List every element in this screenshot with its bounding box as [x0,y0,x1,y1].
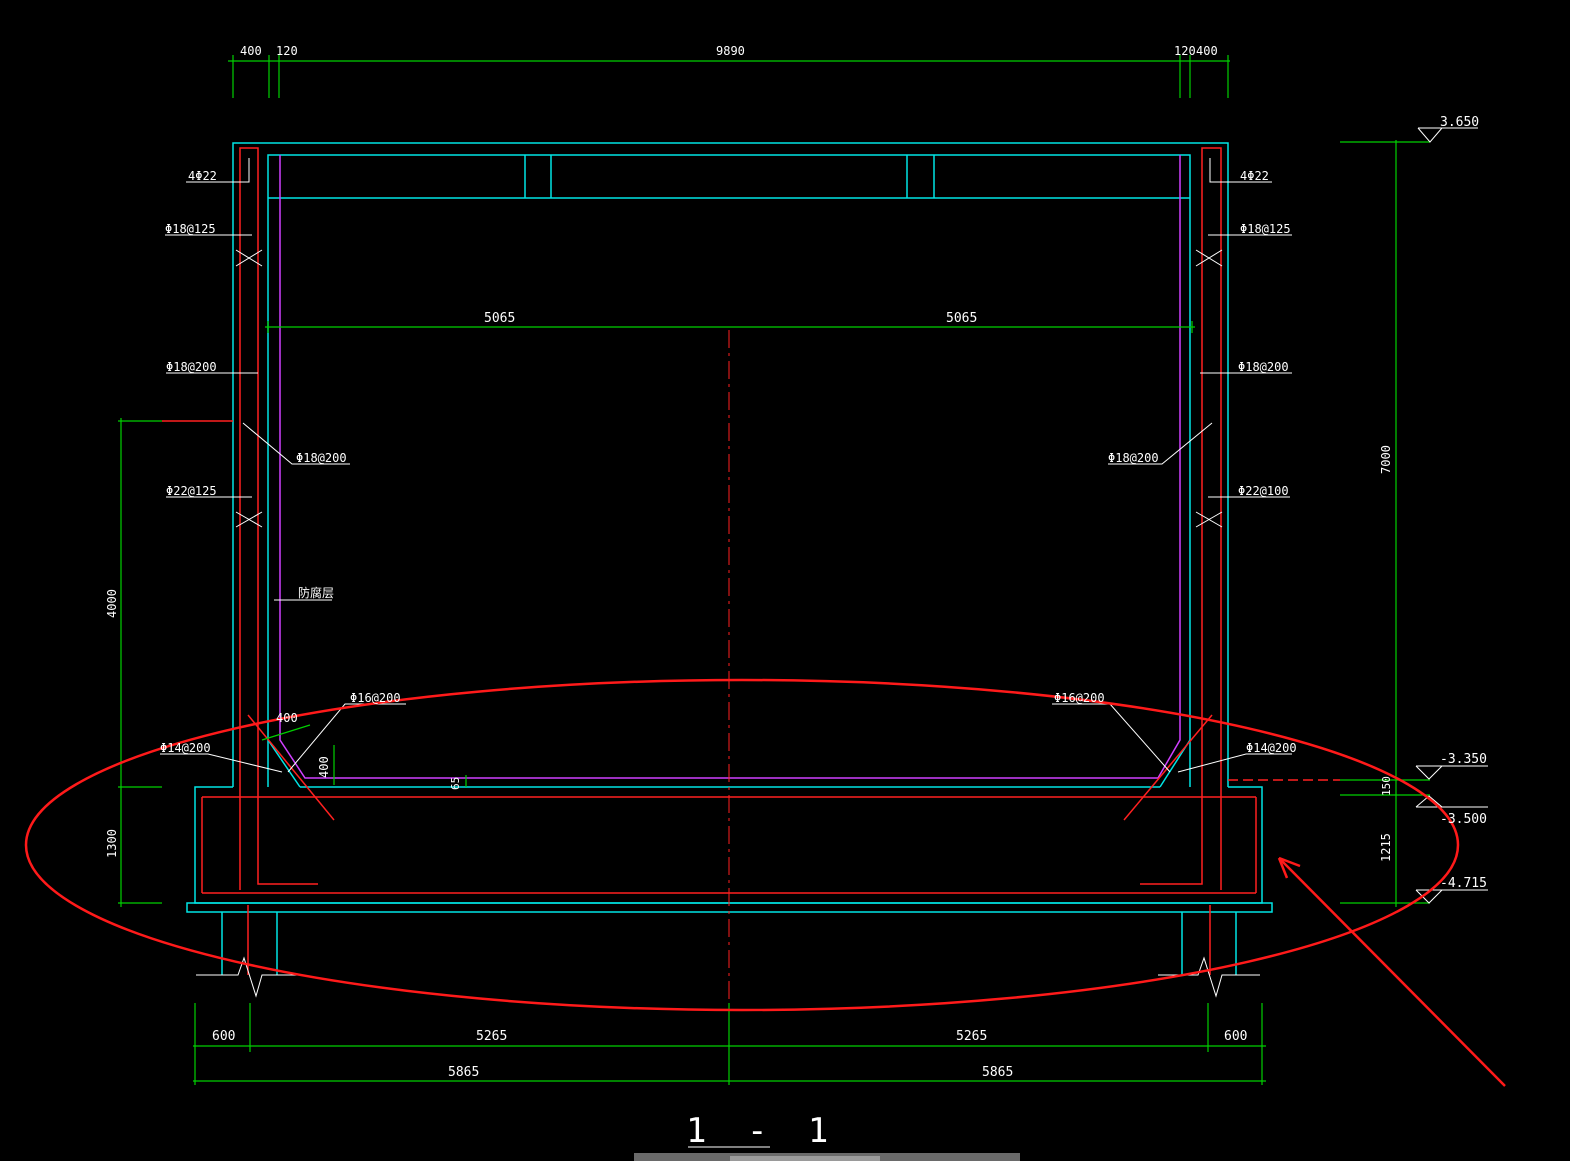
elevation-label: -4.715 [1440,876,1487,891]
bottom-dim-label: 5865 [982,1065,1013,1080]
dimension-lines [118,55,1430,1085]
rebar-label-right: Φ18@200 [1238,360,1289,374]
rebar-label-right: Φ14@200 [1246,741,1297,755]
highlight-ellipse [24,678,1460,1012]
rebar-label-right: Φ18@125 [1240,222,1291,236]
top-dim-label: 400 [240,44,262,58]
right-vertical-dim: 7000 [1379,445,1393,474]
bottom-dim-label: 5265 [956,1029,987,1044]
section-title: 1 - 1 [686,1111,838,1151]
waterproof-lining [279,155,1181,779]
rebar-label-left: Φ18@200 [296,451,347,465]
pile-break-symbols [196,956,1260,998]
elevation-label: -3.350 [1440,752,1487,767]
rebar-label-left: 4Φ22 [188,169,217,183]
rebar-lines [162,147,1340,1010]
highlight-arrow [1278,857,1506,1087]
rebar-label-left: Φ22@125 [166,484,217,498]
small-dim-label: 65 [449,777,462,790]
elevation-label: -3.500 [1440,812,1487,827]
layer-note: 防腐层 [298,585,334,600]
right-vertical-dim: 150 [1380,776,1393,796]
top-dim-label: 400 [1196,44,1218,58]
right-vertical-dim: 1215 [1379,833,1393,862]
rebar-label-right: 4Φ22 [1240,169,1269,183]
bottom-dim-label: 5865 [448,1065,479,1080]
left-vertical-dim: 4000 [105,589,119,618]
top-dim-label: 9890 [716,44,745,58]
bottom-dim-label: 5265 [476,1029,507,1044]
haunch-dim-label: 400 [276,711,298,725]
elevation-label: 3.650 [1440,115,1479,130]
cad-drawing-canvas: 400 120 9890 120 400 5065 5065 600 5265 … [24,44,1506,1161]
rebar-label-right: Φ16@200 [1054,691,1105,705]
bottom-bar-highlight [730,1156,880,1161]
rebar-label-left: Φ18@200 [166,360,217,374]
mid-dim-label: 5065 [484,311,515,326]
left-vertical-dim: 1300 [105,829,119,858]
rebar-label-left: Φ16@200 [350,691,401,705]
rebar-label-right: Φ22@100 [1238,484,1289,498]
rebar-text: 4Φ22 Φ18@125 Φ18@200 Φ18@200 Φ22@125 Φ16… [160,169,1297,790]
haunch-dim-label: 400 [317,756,331,778]
rebar-label-right: Φ18@200 [1108,451,1159,465]
elevation-text: 3.650 -3.350 -3.500 -4.715 [1440,115,1487,891]
rebar-label-left: Φ14@200 [160,741,211,755]
section-title-group: 1 - 1 [686,1111,838,1151]
rebar-label-left: Φ18@125 [165,222,216,236]
top-dim-label: 120 [276,44,298,58]
bottom-dim-label: 600 [1224,1029,1247,1044]
bottom-dim-label: 600 [212,1029,235,1044]
mid-dim-label: 5065 [946,311,977,326]
top-dim-label: 120 [1174,44,1196,58]
dimension-text: 400 120 9890 120 400 5065 5065 600 5265 … [105,44,1393,1080]
